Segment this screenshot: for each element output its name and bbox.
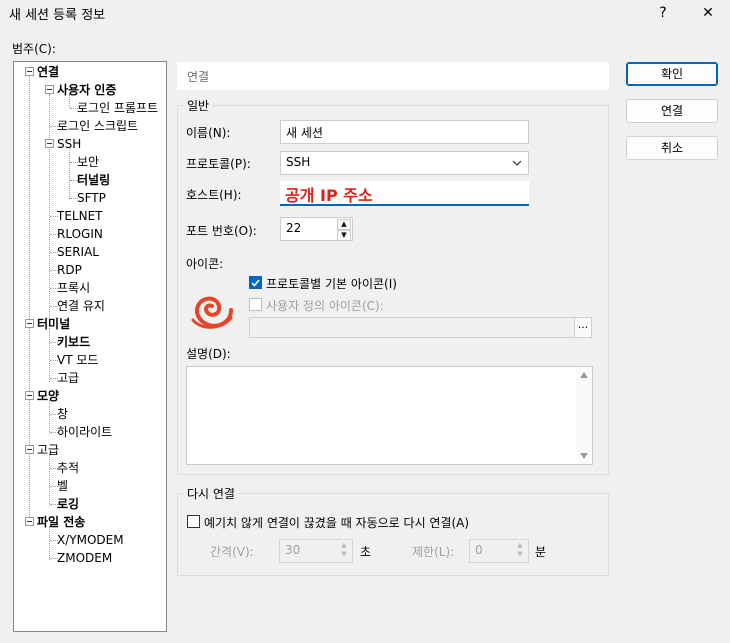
port-field[interactable]: 22 ▲ ▼ (280, 217, 353, 241)
limit-field: 0 ▲ ▼ (469, 539, 529, 563)
tree-keyboard[interactable]: 키보드 (57, 335, 90, 349)
limit-label: 제한(L): (412, 545, 455, 559)
tree-file-transfer[interactable]: 파일 전송 (37, 515, 85, 529)
name-label: 이름(N): (186, 126, 231, 140)
spin-down-icon: ▼ (341, 550, 347, 558)
limit-value: 0 (475, 543, 483, 557)
custom-icon-path: ... (249, 317, 592, 338)
chevron-down-icon (512, 160, 522, 166)
limit-spinner: ▲ ▼ (513, 541, 527, 561)
browse-button[interactable]: ... (574, 318, 591, 337)
tree-login-prompt[interactable]: 로그인 프롬프트 (77, 101, 158, 115)
spin-up-icon: ▲ (341, 541, 347, 549)
spin-up-icon[interactable]: ▲ (337, 219, 351, 230)
category-label: 범주(C): (12, 42, 56, 56)
expand-appearance-icon[interactable] (25, 391, 34, 400)
tree-advanced[interactable]: 고급 (57, 371, 79, 385)
reconnect-group-label: 다시 연결 (184, 485, 238, 502)
tree-tunneling[interactable]: 터널링 (77, 173, 110, 187)
auto-reconnect-checkbox[interactable] (187, 515, 200, 528)
tree-security[interactable]: 보안 (77, 155, 99, 169)
tree-appearance[interactable]: 모양 (37, 389, 59, 403)
expand-advanced-icon[interactable] (25, 445, 34, 454)
scroll-up-icon[interactable] (580, 372, 588, 378)
checkmark-icon (251, 279, 260, 287)
close-button[interactable]: ✕ (693, 2, 723, 24)
host-label: 호스트(H): (186, 188, 242, 202)
spin-up-icon: ▲ (517, 541, 523, 549)
tree-sftp[interactable]: SFTP (77, 191, 106, 205)
tree-proxy[interactable]: 프록시 (57, 281, 90, 295)
title-bar: 새 세션 등록 정보 ? ✕ (0, 0, 730, 28)
tree-keepalive[interactable]: 연결 유지 (57, 299, 105, 313)
connect-button[interactable]: 연결 (626, 99, 718, 123)
expand-file-transfer-icon[interactable] (25, 517, 34, 526)
tree-window[interactable]: 창 (57, 407, 68, 421)
tree-trace[interactable]: 추적 (57, 461, 79, 475)
default-icon-checkbox[interactable] (249, 276, 262, 289)
expand-terminal-icon[interactable] (25, 319, 34, 328)
tree-highlight[interactable]: 하이라이트 (57, 425, 112, 439)
interval-unit: 초 (360, 545, 372, 559)
spin-down-icon: ▼ (517, 550, 523, 558)
interval-value: 30 (285, 543, 301, 557)
protocol-icon (191, 296, 233, 329)
limit-unit: 분 (535, 545, 547, 559)
port-label: 포트 번호(O): (186, 224, 257, 238)
tree-rdp[interactable]: RDP (57, 263, 82, 277)
scroll-down-icon[interactable] (580, 453, 588, 459)
description-field[interactable] (186, 366, 593, 465)
tree-connection[interactable]: 연결 (37, 65, 59, 79)
general-group-label: 일반 (184, 97, 213, 114)
protocol-value: SSH (286, 155, 311, 169)
protocol-select[interactable]: SSH (280, 151, 529, 175)
expand-ssh-icon[interactable] (45, 139, 54, 148)
help-button[interactable]: ? (648, 2, 678, 24)
interval-label: 간격(V): (210, 545, 254, 559)
expand-connection-icon[interactable] (25, 67, 34, 76)
description-scrollbar[interactable] (576, 367, 592, 464)
tree-login-script[interactable]: 로그인 스크립트 (57, 119, 138, 133)
tree-zmodem[interactable]: ZMODEM (57, 551, 112, 565)
name-field[interactable]: 새 세션 (280, 120, 529, 144)
tree-rlogin[interactable]: RLOGIN (57, 227, 103, 241)
tree-advanced2[interactable]: 고급 (37, 443, 59, 457)
cancel-button[interactable]: 취소 (626, 136, 718, 160)
tree-terminal[interactable]: 터미널 (37, 317, 70, 331)
description-label: 설명(D): (186, 347, 231, 361)
tree-ssh[interactable]: SSH (57, 137, 81, 151)
page-title: 연결 (177, 62, 609, 90)
auto-reconnect-label: 예기치 않게 연결이 끊겼을 때 자동으로 다시 연결(A) (204, 516, 470, 530)
tree-vt-mode[interactable]: VT 모드 (57, 353, 98, 367)
category-tree[interactable]: 연결 사용자 인증 로그인 프롬프트 로그인 스크립트 SSH 보안 터널링 S… (13, 61, 167, 632)
expand-auth-icon[interactable] (45, 85, 54, 94)
reconnect-group (177, 493, 609, 576)
port-spinner[interactable]: ▲ ▼ (337, 219, 351, 241)
tree-serial[interactable]: SERIAL (57, 245, 99, 259)
port-value: 22 (286, 221, 302, 235)
spin-down-icon[interactable]: ▼ (337, 230, 351, 241)
tree-bell[interactable]: 벨 (57, 479, 68, 493)
protocol-label: 프로토콜(P): (186, 157, 251, 171)
tree-logging[interactable]: 로깅 (57, 497, 79, 511)
host-field[interactable]: 공개 IP 주소 (280, 181, 529, 206)
interval-spinner: ▲ ▼ (337, 541, 351, 561)
tree-telnet[interactable]: TELNET (57, 209, 103, 223)
window-title: 새 세션 등록 정보 (9, 8, 106, 23)
default-icon-label: 프로토콜별 기본 아이콘(I) (266, 277, 397, 291)
icon-label: 아이콘: (186, 257, 224, 271)
custom-icon-label: 사용자 정의 아이콘(C): (266, 299, 384, 313)
tree-auth[interactable]: 사용자 인증 (57, 83, 116, 97)
interval-field: 30 ▲ ▼ (279, 539, 353, 563)
ok-button[interactable]: 확인 (626, 62, 718, 86)
custom-icon-checkbox[interactable] (249, 298, 262, 311)
tree-xymodem[interactable]: X/YMODEM (57, 533, 124, 547)
